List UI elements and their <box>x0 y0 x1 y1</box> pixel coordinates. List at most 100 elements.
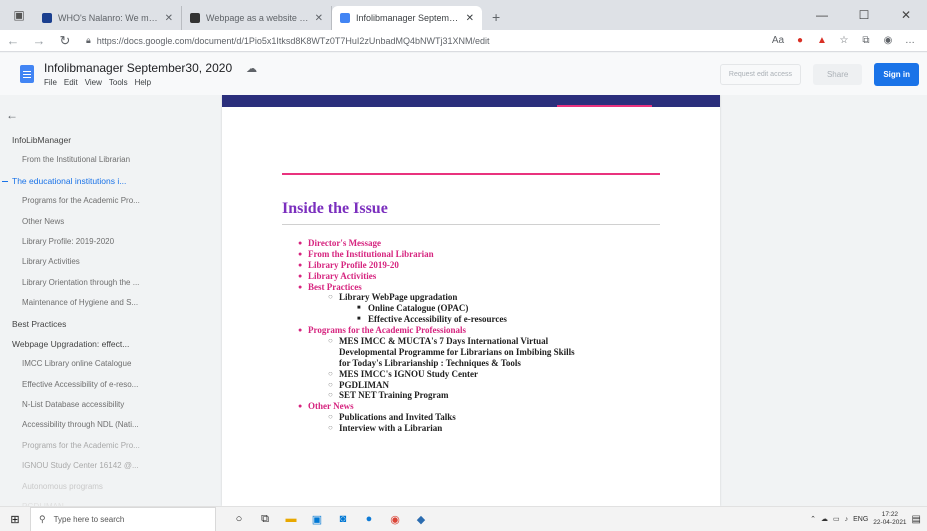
task-view-icon[interactable]: ⧉ <box>256 512 274 526</box>
toc-item: ● Library Activities <box>298 270 377 281</box>
request-edit-access-button[interactable]: Request edit access <box>719 63 801 85</box>
close-tab-icon[interactable]: ✕ <box>165 13 173 24</box>
outline-item[interactable]: Library Orientation through the ... <box>0 273 200 293</box>
docs-header: Infolibmanager September30, 2020 ☁ File … <box>0 53 927 95</box>
heading-divider <box>282 224 660 225</box>
docs-logo-icon[interactable] <box>20 65 34 83</box>
battery-icon[interactable]: ▭ <box>833 515 840 523</box>
close-outline-icon[interactable]: ← <box>6 108 200 130</box>
back-icon[interactable]: ← <box>0 33 26 48</box>
extension-icon[interactable]: ▲ <box>811 35 833 46</box>
outline-item[interactable]: Library Activities <box>0 252 200 272</box>
browser-tab-strip: ▣ WHO's Nalanro: We must learn ✕ Webpage… <box>0 0 927 30</box>
reload-icon[interactable]: ↻ <box>52 33 78 49</box>
taskbar-search-input[interactable]: ⚲ Type here to search <box>30 506 216 531</box>
circle-bullet-icon: ○ <box>328 379 333 389</box>
bullet-icon: ● <box>298 239 303 247</box>
clock-time: 17:22 <box>881 511 899 518</box>
outline-item[interactable]: IGNOU Study Center 16142 @... <box>0 456 200 476</box>
outline-item[interactable]: Library Profile: 2019-2020 <box>0 232 200 252</box>
browser-tab-2[interactable]: Webpage as a website reference ✕ <box>182 6 332 30</box>
new-tab-icon[interactable]: + <box>482 9 510 30</box>
share-button[interactable]: Share <box>812 63 863 85</box>
bullet-icon: ● <box>298 260 303 269</box>
url-field[interactable]: 🔒︎ https://docs.google.com/document/d/1P… <box>86 35 767 46</box>
network-icon[interactable]: ☁ <box>821 515 828 523</box>
circle-bullet-icon: ○ <box>328 368 333 378</box>
browser-extensions: Aa ● ▲ ☆ ⧉ ◉ … <box>767 35 921 46</box>
tab-favicon <box>190 13 200 23</box>
page-banner <box>222 95 720 107</box>
maximize-icon[interactable]: ☐ <box>843 8 885 22</box>
close-tab-icon[interactable]: ✕ <box>466 13 474 24</box>
outline-item[interactable]: Accessibility through NDL (Nati... <box>0 415 200 435</box>
menu-help[interactable]: Help <box>135 78 151 87</box>
sign-in-button[interactable]: Sign in <box>874 62 919 86</box>
profile-icon[interactable]: ◉ <box>877 35 899 46</box>
volume-icon[interactable]: ♪ <box>845 516 849 523</box>
outline-item[interactable]: Best Practices <box>0 314 200 334</box>
bullet-icon: ● <box>298 249 303 258</box>
outline-item[interactable]: Webpage Upgradation: effect... <box>0 334 200 354</box>
forward-icon[interactable]: → <box>26 33 52 48</box>
chevron-up-icon[interactable]: ⌃ <box>810 515 816 523</box>
tab-actions-icon[interactable]: ▣ <box>8 4 30 26</box>
minimize-icon[interactable]: — <box>801 8 843 22</box>
mail-icon[interactable]: ◙ <box>334 512 352 526</box>
toc-item: ● Programs for the Academic Professionals <box>298 325 466 336</box>
outline-item[interactable]: PGDLIMAN <box>0 497 200 506</box>
clock[interactable]: 17:22 22-04-2021 <box>873 511 906 527</box>
search-placeholder: Type here to search <box>53 514 125 524</box>
chrome-icon[interactable]: ◉ <box>386 512 404 526</box>
menu-tools[interactable]: Tools <box>109 78 128 87</box>
windows-start-icon[interactable]: ⊞ <box>0 513 30 526</box>
browser-tab-1[interactable]: WHO's Nalanro: We must learn ✕ <box>34 6 182 30</box>
document-scrollbar[interactable] <box>916 95 926 506</box>
circle-bullet-icon: ○ <box>328 390 333 400</box>
outline-item-active[interactable]: The educational institutions i... <box>0 171 200 191</box>
store-icon[interactable]: ▣ <box>308 512 326 526</box>
collections-icon[interactable]: ⧉ <box>855 35 877 46</box>
outline-item[interactable]: Autonomous programs <box>0 477 200 497</box>
edge-icon[interactable]: ● <box>360 512 378 526</box>
outline-item[interactable]: From the Institutional Librarian <box>0 150 200 170</box>
more-icon[interactable]: … <box>899 35 921 46</box>
toc-subitem: ○ SET NET Training Program <box>328 390 449 401</box>
circle-bullet-icon: ○ <box>328 336 333 346</box>
browser-tab-3[interactable]: Infolibmanager September30, 2 ✕ <box>332 6 482 30</box>
docs-favicon <box>340 13 350 23</box>
bullet-icon: ● <box>298 282 303 291</box>
circle-bullet-icon: ○ <box>328 423 333 433</box>
notifications-icon[interactable]: ▤ <box>912 514 921 525</box>
outline-item[interactable]: InfoLibManager <box>0 130 200 150</box>
outline-item[interactable]: N-List Database accessibility <box>0 395 200 415</box>
language-indicator[interactable]: ENG <box>853 516 868 523</box>
file-explorer-icon[interactable]: ▬ <box>282 512 300 526</box>
close-tab-icon[interactable]: ✕ <box>315 13 323 24</box>
tab-label: Infolibmanager September30, 2 <box>356 13 462 23</box>
taskbar: ⊞ ⚲ Type here to search ○ ⧉ ▬ ▣ ◙ ● ◉ ◆ … <box>0 506 927 531</box>
menu-view[interactable]: View <box>85 78 102 87</box>
outline-item[interactable]: Maintenance of Hygiene and S... <box>0 293 200 313</box>
read-aloud-icon[interactable]: Aa <box>767 35 789 46</box>
extension-icon[interactable]: ● <box>789 35 811 46</box>
outline-item[interactable]: Programs for the Academic Pro... <box>0 436 200 456</box>
cloud-status-icon[interactable]: ☁ <box>246 62 257 75</box>
toc-subitem: ○ PGDLIMAN <box>328 379 389 390</box>
square-bullet-icon: ■ <box>357 316 361 323</box>
document-page[interactable]: Inside the Issue ● Director's Message ● Fr… <box>222 95 720 506</box>
section-heading: Inside the Issue <box>282 200 388 217</box>
close-window-icon[interactable]: ✕ <box>885 8 927 22</box>
menu-file[interactable]: File <box>44 78 57 87</box>
outline-item[interactable]: Other News <box>0 212 200 232</box>
favorites-icon[interactable]: ☆ <box>833 35 855 46</box>
menu-edit[interactable]: Edit <box>64 78 78 87</box>
toc-item: ● Best Practices <box>298 281 362 292</box>
app-icon[interactable]: ◆ <box>412 512 430 526</box>
outline-item[interactable]: Effective Accessibility of e-reso... <box>0 375 200 395</box>
outline-item[interactable]: IMCC Library online Catalogue <box>0 354 200 374</box>
cortana-icon[interactable]: ○ <box>230 512 248 526</box>
bullet-icon: ● <box>298 402 303 411</box>
tab-label: WHO's Nalanro: We must learn <box>58 13 161 23</box>
outline-item[interactable]: Programs for the Academic Pro... <box>0 191 200 211</box>
